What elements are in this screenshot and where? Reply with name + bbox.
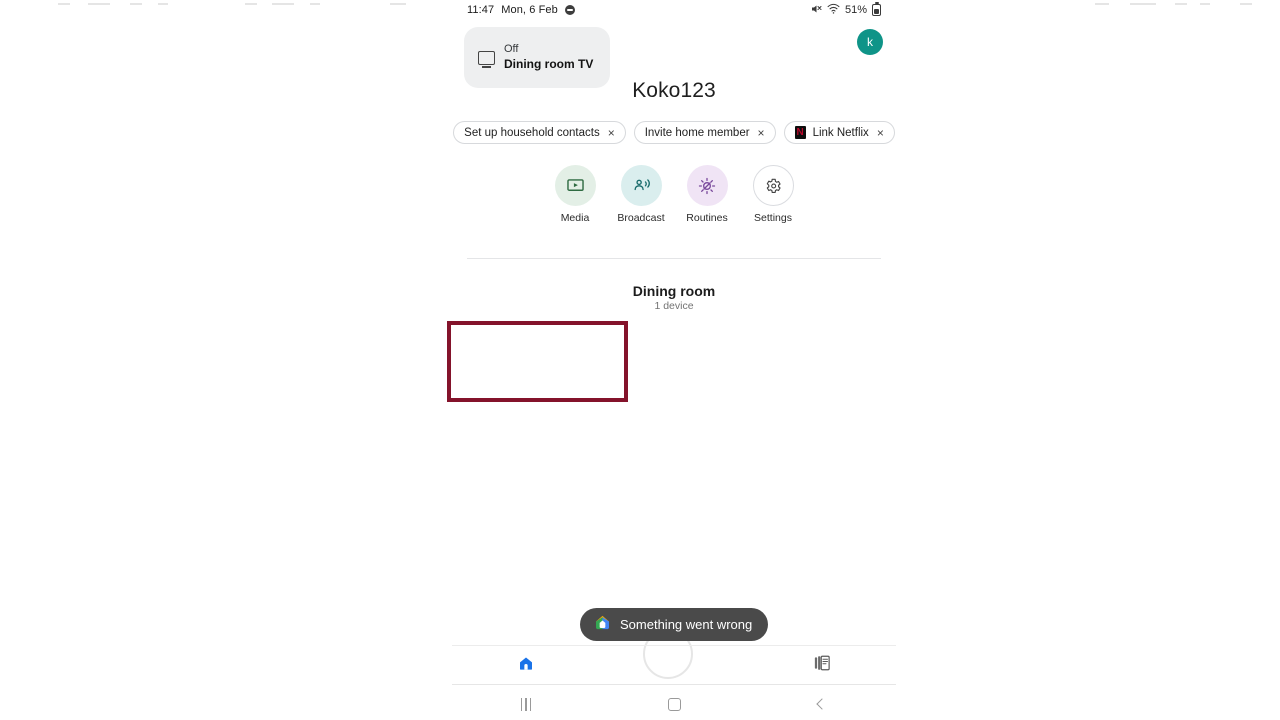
status-time: 11:47 (467, 4, 495, 16)
background-artifact (1095, 3, 1109, 5)
background-artifact (272, 3, 294, 5)
screen-root: 11:47 Mon, 6 Feb 51% k Koko123 Set up ho… (0, 0, 1280, 720)
section-divider (467, 258, 881, 259)
system-navigation-bar (452, 688, 896, 720)
background-artifact (58, 3, 70, 5)
device-state: Off (504, 43, 519, 56)
bottom-nav-placeholder (600, 646, 748, 684)
quick-action-label: Broadcast (617, 212, 665, 224)
background-artifact (130, 3, 142, 5)
background-artifact (1240, 3, 1252, 5)
wifi-icon (827, 3, 840, 17)
close-icon[interactable]: × (877, 127, 884, 139)
phone-viewport: 11:47 Mon, 6 Feb 51% k Koko123 Set up ho… (447, 0, 901, 720)
quick-action-broadcast[interactable]: Broadcast (617, 165, 665, 224)
background-artifact (158, 3, 168, 5)
background-artifact (1175, 3, 1187, 5)
close-icon[interactable]: × (758, 127, 765, 139)
bottom-navigation (452, 645, 896, 685)
media-icon (554, 165, 596, 206)
google-home-icon (594, 614, 611, 636)
status-bar: 11:47 Mon, 6 Feb 51% (447, 0, 901, 20)
toast-message: Something went wrong (580, 608, 768, 641)
avatar[interactable]: k (857, 29, 883, 55)
quick-actions: Media Broadcast Routines Settings (447, 165, 901, 224)
quick-action-label: Routines (686, 212, 728, 224)
system-recents-button[interactable] (452, 697, 600, 711)
background-artifact (390, 3, 406, 5)
quick-action-media[interactable]: Media (551, 165, 599, 224)
device-card-dining-room-tv[interactable]: Off Dining room TV (464, 27, 610, 88)
chip-label: Link Netflix (812, 126, 869, 139)
tv-icon (478, 50, 495, 68)
background-artifact (310, 3, 320, 5)
recents-icon (520, 697, 532, 711)
chip-link-netflix[interactable]: N Link Netflix × (783, 121, 895, 144)
battery-icon (872, 2, 881, 16)
device-card-texts: Off Dining room TV (504, 43, 593, 71)
room-device-count: 1 device (654, 300, 694, 312)
chip-label: Set up household contacts (464, 126, 600, 139)
chip-label: Invite home member (644, 126, 750, 139)
netflix-icon: N (794, 126, 806, 139)
home-square-icon (667, 697, 681, 711)
bottom-nav-home[interactable] (452, 646, 600, 684)
broadcast-icon (620, 165, 662, 206)
device-name: Dining room TV (504, 57, 594, 72)
do-not-disturb-icon (564, 5, 575, 15)
feed-icon (813, 654, 831, 677)
chip-invite-home-member[interactable]: Invite home member × (633, 121, 776, 144)
quick-action-settings[interactable]: Settings (749, 165, 797, 224)
home-icon (517, 654, 535, 677)
status-date: Mon, 6 Feb (501, 4, 558, 16)
room-title: Dining room (632, 283, 716, 299)
quick-action-label: Settings (754, 212, 792, 224)
toast-text: Something went wrong (620, 617, 753, 632)
routines-icon (686, 165, 728, 206)
background-artifact (245, 3, 257, 5)
background-artifact (1130, 3, 1156, 5)
quick-action-label: Media (560, 212, 590, 224)
quick-action-routines[interactable]: Routines (683, 165, 731, 224)
battery-percent-label: 51% (844, 4, 867, 16)
background-artifact (88, 3, 110, 5)
system-back-button[interactable] (748, 698, 896, 710)
status-bar-right: 51% (810, 2, 881, 18)
close-icon[interactable]: × (608, 127, 615, 139)
background-artifact (1200, 3, 1210, 5)
suggestion-chips: Set up household contacts × Invite home … (447, 121, 901, 144)
volume-muted-icon (810, 3, 822, 18)
chip-set-up-household-contacts[interactable]: Set up household contacts × (453, 121, 626, 144)
back-chevron-icon (816, 698, 828, 710)
status-bar-left: 11:47 Mon, 6 Feb (467, 4, 575, 16)
bottom-nav-activity[interactable] (748, 646, 896, 684)
settings-gear-icon (752, 165, 794, 206)
system-home-button[interactable] (600, 697, 748, 711)
